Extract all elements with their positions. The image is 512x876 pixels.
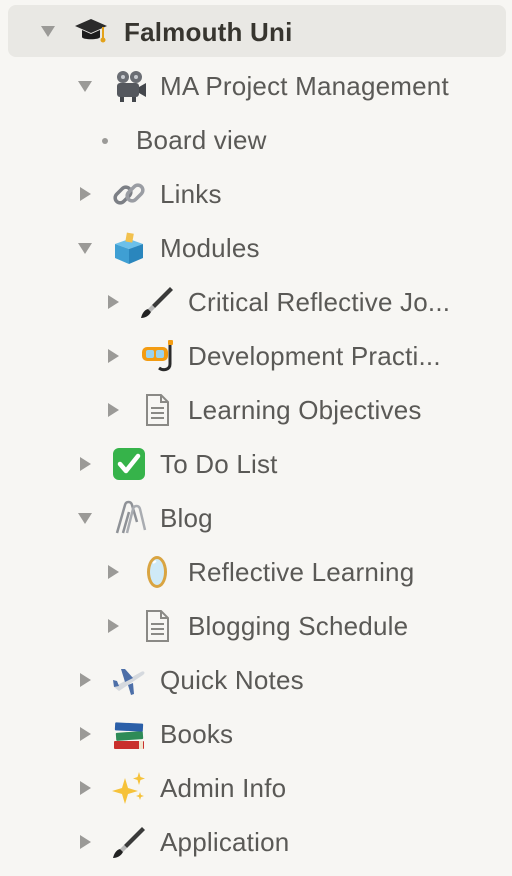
- tree-item-label: Board view: [136, 125, 267, 155]
- tree-item-board-view[interactable]: Board view: [0, 113, 512, 167]
- sparkles-icon: [110, 769, 148, 807]
- tree-item-application[interactable]: Application: [0, 815, 512, 869]
- ballot-box-icon: [110, 229, 148, 267]
- tree-item-label: Blogging Schedule: [188, 611, 409, 641]
- chevron-right-icon[interactable]: [105, 402, 121, 418]
- chevron-right-icon[interactable]: [77, 780, 93, 796]
- tree-item-label: Books: [160, 719, 234, 749]
- tree-item-critical-reflective-journal[interactable]: Critical Reflective Jo...: [0, 275, 512, 329]
- chevron-right-icon[interactable]: [77, 186, 93, 202]
- tree-item-label: To Do List: [160, 449, 278, 479]
- chevron-right-icon[interactable]: [105, 618, 121, 634]
- tree-item-reflective-learning[interactable]: Reflective Learning: [0, 545, 512, 599]
- page-tree-sidebar: Falmouth Uni MA Project Management Board…: [0, 0, 512, 876]
- chevron-right-icon[interactable]: [105, 564, 121, 580]
- chevron-right-icon[interactable]: [105, 294, 121, 310]
- tree-item-quick-notes[interactable]: Quick Notes: [0, 653, 512, 707]
- tree-item-to-do-list[interactable]: To Do List: [0, 437, 512, 491]
- tree-item-falmouth-uni[interactable]: Falmouth Uni: [8, 5, 506, 57]
- film-projector-icon: [110, 67, 148, 105]
- tree-item-modules[interactable]: Modules: [0, 221, 512, 275]
- tree-item-label: Blog: [160, 503, 213, 533]
- tree-item-label: Quick Notes: [160, 665, 304, 695]
- tree-item-admin-info[interactable]: Admin Info: [0, 761, 512, 815]
- tree-item-blogging-schedule[interactable]: Blogging Schedule: [0, 599, 512, 653]
- paperclips-icon: [110, 499, 148, 537]
- tree-item-links[interactable]: Links: [0, 167, 512, 221]
- books-icon: [110, 715, 148, 753]
- tree-item-label: Links: [160, 179, 222, 209]
- link-icon: [110, 175, 148, 213]
- tree-item-label: Application: [160, 827, 290, 857]
- chevron-right-icon[interactable]: [77, 672, 93, 688]
- page-icon: [138, 607, 176, 645]
- diving-mask-icon: [138, 337, 176, 375]
- tree-item-development-practice[interactable]: Development Practi...: [0, 329, 512, 383]
- tree-item-label: Modules: [160, 233, 260, 263]
- chevron-down-icon[interactable]: [77, 78, 93, 94]
- tree-item-label: MA Project Management: [160, 71, 449, 101]
- tree-item-label: Development Practi...: [188, 341, 441, 371]
- tree-item-ma-project-management[interactable]: MA Project Management: [0, 59, 512, 113]
- chevron-right-icon[interactable]: [77, 834, 93, 850]
- tree-item-books[interactable]: Books: [0, 707, 512, 761]
- chevron-right-icon[interactable]: [77, 456, 93, 472]
- check-mark-button-icon: [110, 445, 148, 483]
- mirror-icon: [138, 553, 176, 591]
- tree-item-label: Falmouth Uni: [124, 17, 293, 47]
- chevron-down-icon[interactable]: [40, 23, 56, 39]
- paintbrush-icon: [138, 283, 176, 321]
- paintbrush-icon: [110, 823, 148, 861]
- chevron-right-icon[interactable]: [105, 348, 121, 364]
- tree-item-label: Admin Info: [160, 773, 287, 803]
- bullet-icon: [102, 138, 108, 144]
- tree-item-label: Learning Objectives: [188, 395, 422, 425]
- chevron-down-icon[interactable]: [77, 240, 93, 256]
- chevron-right-icon[interactable]: [77, 726, 93, 742]
- chevron-down-icon[interactable]: [77, 510, 93, 526]
- tree-item-label: Critical Reflective Jo...: [188, 287, 451, 317]
- graduation-cap-icon: [72, 12, 110, 50]
- airplane-icon: [110, 661, 148, 699]
- tree-item-learning-objectives[interactable]: Learning Objectives: [0, 383, 512, 437]
- tree-item-blog[interactable]: Blog: [0, 491, 512, 545]
- tree-item-label: Reflective Learning: [188, 557, 415, 587]
- page-icon: [138, 391, 176, 429]
